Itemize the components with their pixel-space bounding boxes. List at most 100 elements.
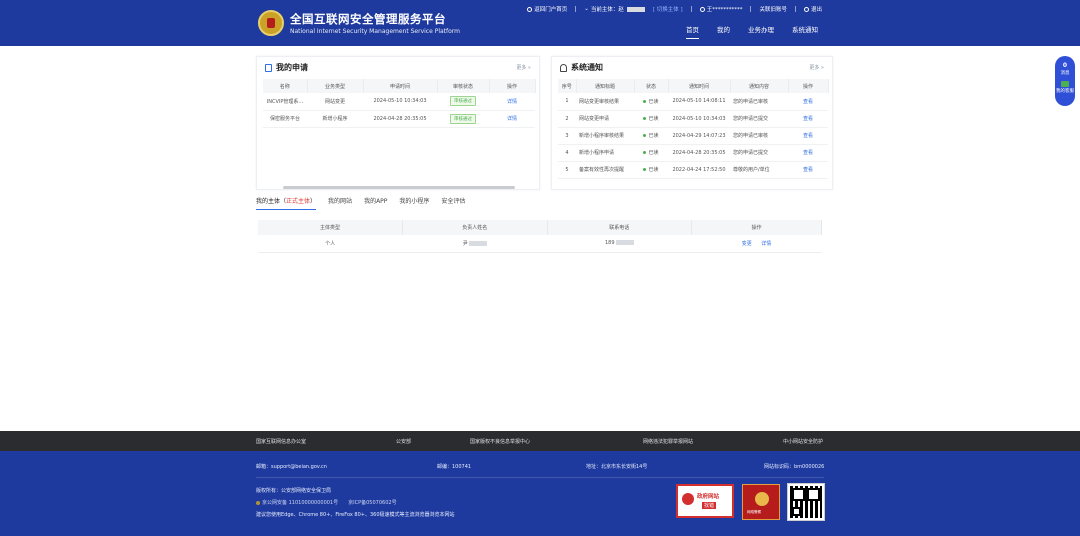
view-link[interactable]: 查看 — [788, 93, 828, 111]
status-dot — [643, 151, 647, 154]
nav-mine[interactable]: 我的 — [717, 24, 730, 39]
column-header: 主体类型 — [258, 220, 403, 235]
notice-content: 尊敬的用户/单位 — [730, 161, 788, 179]
detail-link[interactable]: 详情 — [489, 110, 535, 128]
divider — [256, 477, 824, 478]
nav-business[interactable]: 业务办理 — [748, 24, 774, 39]
notice-title: 新增小程序审核结果 — [576, 127, 634, 145]
detail-link[interactable]: 详情 — [489, 93, 535, 111]
view-link[interactable]: 查看 — [788, 144, 828, 162]
column-header: 序号 — [558, 79, 577, 93]
footer-link[interactable]: 网络违法犯罪举报网站 — [643, 438, 693, 445]
detail-link[interactable]: 详情 — [761, 241, 771, 247]
row-number: 5 — [558, 161, 576, 179]
footer-address: 地址：北京市东长安街14号 — [586, 464, 648, 470]
status-dot — [643, 117, 647, 120]
subject-type: 个人 — [258, 235, 403, 253]
nav-home[interactable]: 首页 — [686, 24, 699, 39]
notice-time: 2024-05-10 14:08:11 — [668, 93, 730, 111]
police-emblem-icon — [755, 492, 769, 506]
link-account-button[interactable]: 关联旧账号 — [759, 5, 787, 13]
cyber-police-badge[interactable]: 网络警察 — [742, 484, 780, 520]
tab-my-app[interactable]: 我的APP — [364, 196, 387, 210]
app-time: 2024-05-10 10:34:03 — [363, 93, 437, 111]
table-row: 2 网站变更申请 已读 2024-05-10 10:34:03 您的申请已提交 … — [558, 110, 828, 128]
beian-emblem-icon — [256, 500, 260, 505]
column-header: 负责人姓名 — [402, 220, 548, 235]
footer-link[interactable]: 公安部 — [396, 438, 411, 445]
column-header: 业务类型 — [307, 79, 364, 93]
column-header: 状态 — [634, 79, 669, 93]
gov-emblem-icon — [682, 493, 694, 505]
panel-header: 我的申请 — [265, 62, 308, 73]
notice-time: 2024-04-29 14:07:23 — [668, 127, 730, 145]
footer-beian-row: 京公网安备 11010000000001号 京ICP备05070602号 — [256, 499, 397, 506]
tab-security-assessment[interactable]: 安全评估 — [441, 196, 465, 210]
notice-title: 新增小程序申请 — [576, 144, 634, 162]
icp-link[interactable]: 京ICP备05070602号 — [348, 499, 396, 506]
app-type: 网站变更 — [307, 93, 363, 111]
column-header: 操作 — [788, 79, 829, 93]
footer-site-id: 网站标识码：bm0000026 — [764, 464, 825, 470]
notice-content: 您的申请已审核 — [730, 127, 788, 145]
table-row: 1 网站变更审核结果 已读 2024-05-10 14:08:11 您的申请已审… — [558, 93, 828, 111]
top-header: 全国互联网安全管理服务平台 National Internet Security… — [0, 0, 1080, 46]
horizontal-scrollbar[interactable] — [283, 186, 515, 189]
app-time: 2024-04-28 20:35:05 — [363, 110, 437, 128]
footer-links-bar: 国家互联网信息办公室 公安部 国家版权不良信息举报中心 网络违法犯罪举报网站 中… — [0, 431, 1080, 451]
current-subject: ⌄ 当前主体：赵 — [584, 5, 645, 13]
beian-link[interactable]: 京公网安备 11010000000001号 — [256, 499, 338, 506]
column-header: 申请时间 — [363, 79, 438, 93]
row-number: 2 — [558, 110, 576, 128]
platform-title: 全国互联网安全管理服务平台 — [290, 12, 446, 26]
divider — [690, 6, 692, 12]
table-row: 个人 尹 189 变更 详情 — [258, 235, 822, 253]
police-emblem-icon — [258, 10, 284, 36]
more-link[interactable]: 更多 » — [809, 64, 824, 71]
column-header: 联系电话 — [547, 220, 692, 235]
view-link[interactable]: 查看 — [788, 161, 828, 179]
view-link[interactable]: 查看 — [788, 110, 828, 128]
column-header: 名称 — [263, 79, 308, 93]
my-applications-panel: 我的申请 更多 » 名称 业务类型 申请时间 审核状态 操作 INCVIP管理系… — [256, 56, 540, 190]
chat-icon — [1061, 81, 1069, 87]
status-cell: 已读 — [634, 161, 668, 179]
row-number: 1 — [558, 93, 576, 111]
footer-postcode: 邮编：100741 — [437, 464, 472, 470]
status-dot — [643, 99, 647, 103]
subject-tabs: 我的主体（正式主体） 我的网站 我的APP 我的小程序 安全评估 — [256, 196, 465, 210]
qr-code — [787, 483, 825, 521]
footer: 邮箱：support@beian.gov.cn 邮编：100741 地址：北京市… — [0, 451, 1080, 536]
notice-content: 您的申请已提交 — [730, 144, 788, 162]
footer-link[interactable]: 国家互联网信息办公室 — [256, 438, 306, 445]
column-header: 通知时间 — [668, 79, 731, 93]
column-header: 通知标题 — [576, 79, 635, 93]
platform-subtitle: National Internet Security Management Se… — [290, 28, 461, 35]
tab-my-miniprogram[interactable]: 我的小程序 — [399, 196, 429, 210]
footer-link[interactable]: 国家版权不良信息举报中心 — [470, 438, 530, 445]
tab-my-website[interactable]: 我的网站 — [328, 196, 352, 210]
nav-notifications[interactable]: 系统通知 — [792, 24, 818, 39]
logout-button[interactable]: 退出 — [803, 5, 822, 13]
footer-link[interactable]: 中小网站安全防护 — [783, 438, 823, 445]
switch-subject-link[interactable]: [ 切换主体 ] — [653, 5, 683, 13]
actions-cell: 变更 详情 — [691, 235, 822, 253]
floating-service-widget[interactable]: 0 消息 我的客服 — [1055, 56, 1075, 106]
status-dot — [643, 134, 647, 137]
notifications-table: 序号 通知标题 状态 通知时间 通知内容 操作 1 网站变更审核结果 已读 20… — [558, 79, 829, 179]
status-cell: 已读 — [634, 93, 668, 111]
column-header: 操作 — [691, 220, 822, 235]
user-menu[interactable]: 王*********** — [699, 5, 742, 13]
status-cell: 审核通过 — [437, 93, 489, 111]
back-portal-link[interactable]: 返回门户首页 — [527, 5, 567, 13]
change-link[interactable]: 变更 — [742, 241, 752, 247]
status-badge: 审核通过 — [450, 96, 476, 107]
document-icon — [265, 63, 272, 72]
app-type: 新增小程序 — [307, 110, 363, 128]
more-link[interactable]: 更多 » — [516, 64, 531, 71]
status-badge: 审核通过 — [450, 113, 476, 124]
tab-my-subject[interactable]: 我的主体（正式主体） — [256, 196, 317, 210]
view-link[interactable]: 查看 — [788, 127, 828, 145]
status-cell: 已读 — [634, 144, 668, 162]
gov-site-error-badge[interactable]: 政府网站 找错 — [676, 484, 734, 518]
